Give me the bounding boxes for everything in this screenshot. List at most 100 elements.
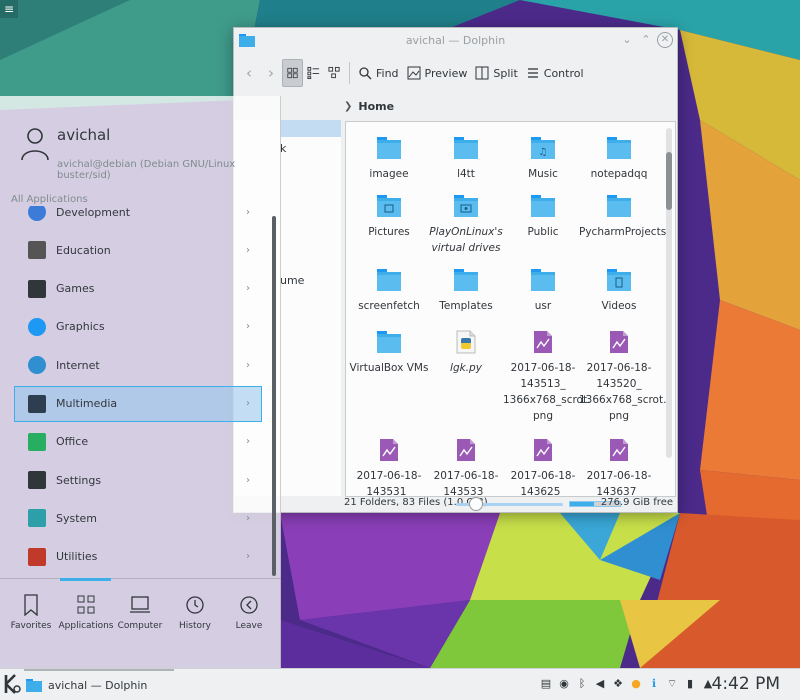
file-item[interactable]: VirtualBox VMs xyxy=(349,330,429,376)
category-education[interactable]: Education › xyxy=(14,232,262,268)
file-view[interactable]: imagee l4tt ♫ Music notepadqq Pictures PlayOnL… xyxy=(345,121,676,497)
chevron-right-icon: › xyxy=(246,436,250,448)
split-label: Split xyxy=(493,66,518,80)
control-button[interactable]: Control xyxy=(522,59,588,87)
file-item[interactable]: PlayOnLinux's virtual drives xyxy=(426,194,506,256)
file-item[interactable]: 2017-06-18- 143531_ xyxy=(349,438,429,496)
file-name: PycharmProjects xyxy=(579,226,667,238)
forward-button[interactable]: › xyxy=(260,59,282,87)
file-item[interactable]: Public xyxy=(503,194,583,240)
file-item[interactable]: Videos xyxy=(579,268,659,314)
network-icon[interactable]: ⌔ xyxy=(666,677,678,691)
split-button[interactable]: Split xyxy=(471,59,521,87)
places-selected-item[interactable] xyxy=(280,120,341,137)
tab-favorites[interactable]: Favorites xyxy=(3,594,59,631)
icons-view-button[interactable] xyxy=(282,59,303,87)
places-fragment: ume xyxy=(280,274,305,287)
breadcrumb[interactable]: ❯ Home xyxy=(344,96,394,116)
file-item[interactable]: 2017-06-18- 143625_ xyxy=(503,438,583,496)
file-name: Music xyxy=(528,168,558,180)
file-item[interactable]: 2017-06-18- 143513_ 1366x768_scrot. png xyxy=(503,330,590,424)
file-item[interactable]: imagee xyxy=(349,136,429,182)
category-label: System xyxy=(56,511,98,525)
updates-icon[interactable]: ● xyxy=(630,677,642,691)
volume-icon[interactable]: ◀ xyxy=(594,677,606,691)
category-office[interactable]: Office › xyxy=(14,424,262,460)
file-name: Pictures xyxy=(368,226,410,238)
file-item[interactable]: notepadqq xyxy=(579,136,659,182)
file-item[interactable]: usr xyxy=(503,268,583,314)
folder-music-icon: ♫ xyxy=(531,137,555,159)
category-label: Games xyxy=(56,282,95,296)
kde-launcher-icon[interactable] xyxy=(2,672,22,696)
clock[interactable]: 4:42 PM xyxy=(712,674,781,694)
preview-button[interactable]: Preview xyxy=(403,59,472,87)
tab-history[interactable]: History xyxy=(167,594,223,631)
free-space-label: 276.9 GiB free xyxy=(600,497,673,508)
image-file-icon xyxy=(610,439,628,461)
file-item[interactable]: 2017-06-18- 143637_ xyxy=(579,438,659,496)
file-item[interactable]: ♫ Music xyxy=(503,136,583,182)
tab-applications[interactable]: Applications xyxy=(58,594,114,631)
category-label: Utilities xyxy=(56,550,98,564)
folder-icon xyxy=(454,269,478,291)
tab-label: Leave xyxy=(235,621,263,631)
category-multimedia[interactable]: Multimedia › xyxy=(14,385,262,422)
internet-icon xyxy=(28,356,46,375)
file-name-line: 2017-06-18- xyxy=(510,362,576,374)
window-titlebar[interactable]: avichal — Dolphin ⌄ ⌃ ✕ xyxy=(234,28,677,54)
task-label: avichal — Dolphin xyxy=(48,678,148,692)
category-settings[interactable]: Settings › xyxy=(14,462,262,498)
zoom-slider-handle[interactable] xyxy=(469,497,483,511)
details-view-button[interactable] xyxy=(324,59,345,87)
chevron-right-icon: › xyxy=(246,359,250,371)
chevron-right-icon: › xyxy=(246,321,250,333)
category-graphics[interactable]: Graphics › xyxy=(14,309,262,345)
back-button[interactable]: ‹ xyxy=(238,59,260,87)
clipboard-icon[interactable]: ▤ xyxy=(540,677,552,691)
system-tray: ▤ ◉ ᛒ ◀ ❖ ● ℹ ⌔ ▮ ▲ xyxy=(540,677,714,691)
tab-leave[interactable]: Leave xyxy=(221,594,277,631)
battery-icon[interactable]: ▮ xyxy=(684,677,696,691)
file-name: imagee xyxy=(369,168,409,180)
desktop-toolbox-button[interactable]: ≡ xyxy=(0,0,18,18)
file-item[interactable]: PycharmProjects xyxy=(579,194,667,240)
chevron-right-icon: › xyxy=(246,283,250,295)
file-name: 2017-06-18- 143637_ xyxy=(579,468,659,496)
device-notifier-icon[interactable]: ◉ xyxy=(558,677,570,691)
breadcrumb-home[interactable]: Home xyxy=(358,100,394,113)
file-name: Videos xyxy=(601,300,637,312)
kdeconnect-icon[interactable]: ❖ xyxy=(612,677,624,691)
chevron-right-icon: ❯ xyxy=(344,100,353,112)
file-item[interactable]: lgk.py xyxy=(426,330,506,376)
category-development[interactable]: Development › xyxy=(14,206,262,230)
bluetooth-icon[interactable]: ᛒ xyxy=(576,677,588,691)
tab-computer[interactable]: Computer xyxy=(112,594,168,631)
menu-icon xyxy=(527,68,538,78)
file-item[interactable]: 2017-06-18- 143520_ 1366x768_scrot. png xyxy=(579,330,666,424)
find-button[interactable]: Find xyxy=(354,59,403,87)
notification-icon[interactable]: ℹ xyxy=(648,677,660,691)
scrollbar-thumb[interactable] xyxy=(666,152,672,210)
task-dolphin[interactable]: avichal — Dolphin xyxy=(24,671,174,699)
tab-label: Favorites xyxy=(10,621,52,631)
image-file-icon xyxy=(534,439,552,461)
minimize-button[interactable]: ⌄ xyxy=(619,32,635,48)
category-utilities[interactable]: Utilities › xyxy=(14,539,262,574)
python-file-icon xyxy=(456,330,476,354)
file-item[interactable]: l4tt xyxy=(426,136,506,182)
folder-link-icon xyxy=(454,195,478,217)
file-item[interactable]: 2017-06-18- 143533_ xyxy=(426,438,506,496)
category-games[interactable]: Games › xyxy=(14,271,262,307)
compact-view-button[interactable] xyxy=(303,59,324,87)
launcher-scrollbar[interactable] xyxy=(272,216,276,576)
file-item[interactable]: Pictures xyxy=(349,194,429,240)
maximize-button[interactable]: ⌃ xyxy=(638,32,654,48)
close-button[interactable]: ✕ xyxy=(657,32,673,48)
settings-icon xyxy=(28,471,46,490)
file-item[interactable]: screenfetch xyxy=(349,268,429,314)
file-item[interactable]: Templates xyxy=(426,268,506,314)
category-internet[interactable]: Internet › xyxy=(14,347,262,383)
chevron-right-icon: › xyxy=(268,64,274,82)
category-system[interactable]: System › xyxy=(14,500,262,536)
